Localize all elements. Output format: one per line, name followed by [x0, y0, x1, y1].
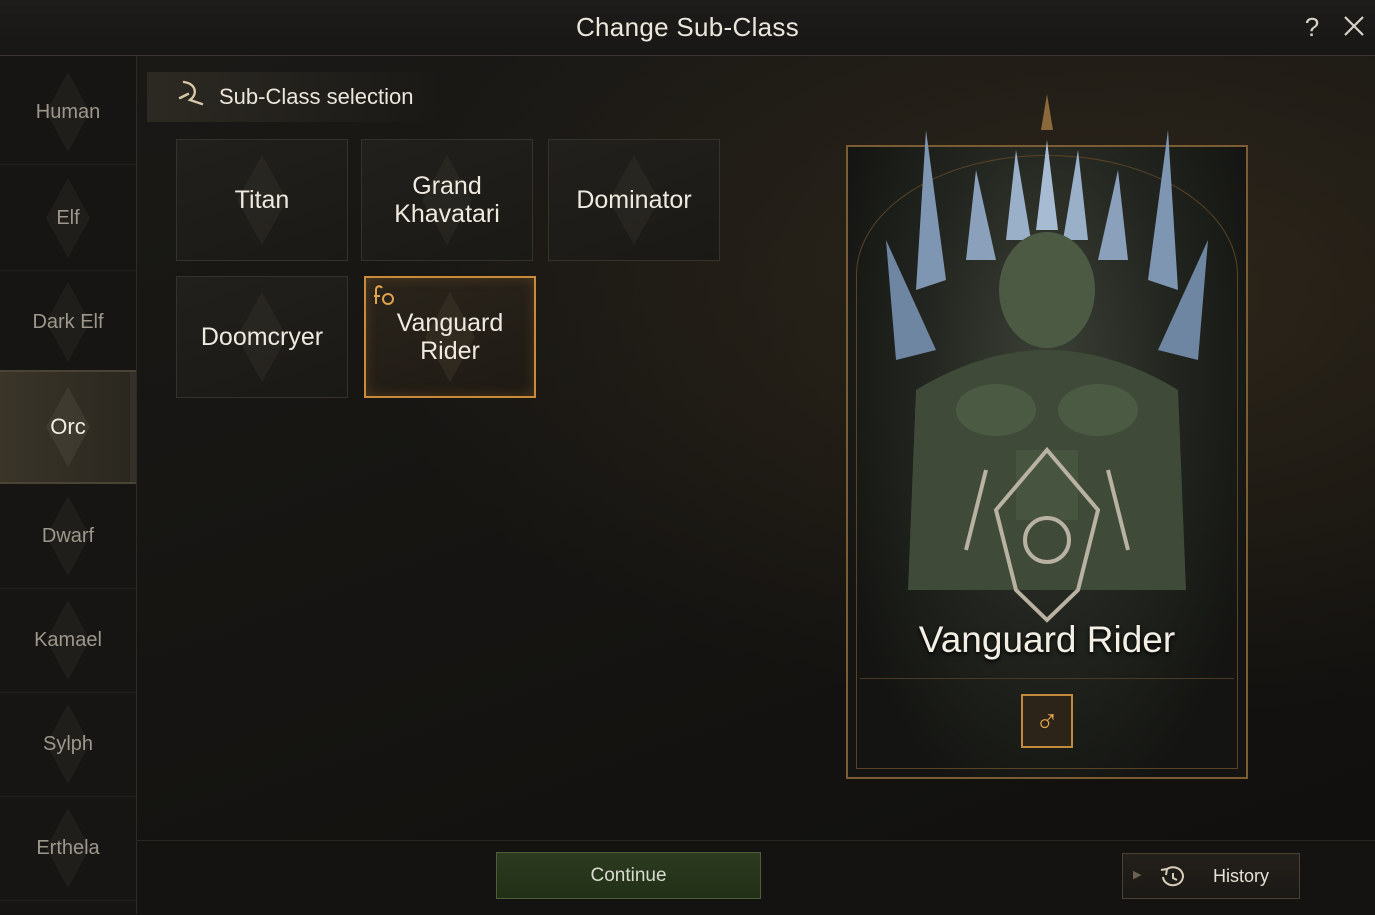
history-icon [1160, 866, 1184, 887]
class-card-label: Doomcryer [200, 323, 324, 351]
class-card-vanguard-rider[interactable]: Vanguard Rider [364, 276, 536, 398]
sidebar-item-label: Human [35, 100, 101, 123]
selected-class-name: Vanguard Rider [918, 619, 1176, 660]
class-card-label: Vanguard Rider [396, 309, 504, 365]
sickle-icon [178, 80, 204, 106]
title-bar: Change Sub-Class ? [0, 0, 1375, 56]
sidebar-item-label: Elf [56, 206, 80, 229]
orc-character-art [886, 94, 1208, 623]
continue-button[interactable]: Continue [496, 852, 761, 899]
sidebar-item-sylph[interactable]: Sylph [0, 692, 136, 797]
sidebar-item-kamael[interactable]: Kamael [0, 588, 136, 693]
class-card-grand-khavatari[interactable]: Grand Khavatari [361, 139, 533, 261]
section-title: Sub-Class selection [219, 84, 414, 109]
play-arrow-icon: ▶ [1133, 869, 1142, 881]
race-sidebar: Human Elf Dark Elf Orc Dwarf Kamael Sylp… [0, 56, 137, 914]
close-icon [1344, 16, 1364, 36]
class-card-doomcryer[interactable]: Doomcryer [176, 276, 348, 398]
sidebar-item-elf[interactable]: Elf [0, 166, 136, 271]
close-button[interactable] [1339, 10, 1369, 42]
sidebar-item-label: Dwarf [41, 524, 95, 547]
male-icon[interactable]: ♂ [1021, 694, 1073, 748]
sidebar-item-label: Orc [50, 414, 86, 439]
sidebar-item-human[interactable]: Human [0, 60, 136, 165]
mount-icon [374, 285, 394, 305]
sidebar-item-dark-elf[interactable]: Dark Elf [0, 270, 136, 375]
class-card-label: Grand Khavatari [394, 172, 500, 228]
class-card-dominator[interactable]: Dominator [548, 139, 720, 261]
class-card-titan[interactable]: Titan [176, 139, 348, 261]
history-label: History [1213, 866, 1270, 886]
sidebar-item-label: Dark Elf [32, 310, 104, 333]
sidebar-item-label: Kamael [34, 628, 102, 651]
class-card-label: Titan [234, 186, 290, 214]
sidebar-item-label: Erthela [36, 836, 100, 859]
class-card-label: Dominator [576, 186, 692, 214]
sidebar-item-erthela[interactable]: Erthela [0, 796, 136, 901]
sidebar-item-dwarf[interactable]: Dwarf [0, 484, 136, 589]
window-title: Change Sub-Class [575, 12, 800, 42]
history-button[interactable]: ▶ History [1122, 853, 1300, 899]
help-button[interactable]: ? [1300, 12, 1324, 42]
sidebar-item-orc[interactable]: Orc [0, 370, 136, 484]
sidebar-item-label: Sylph [42, 732, 94, 755]
